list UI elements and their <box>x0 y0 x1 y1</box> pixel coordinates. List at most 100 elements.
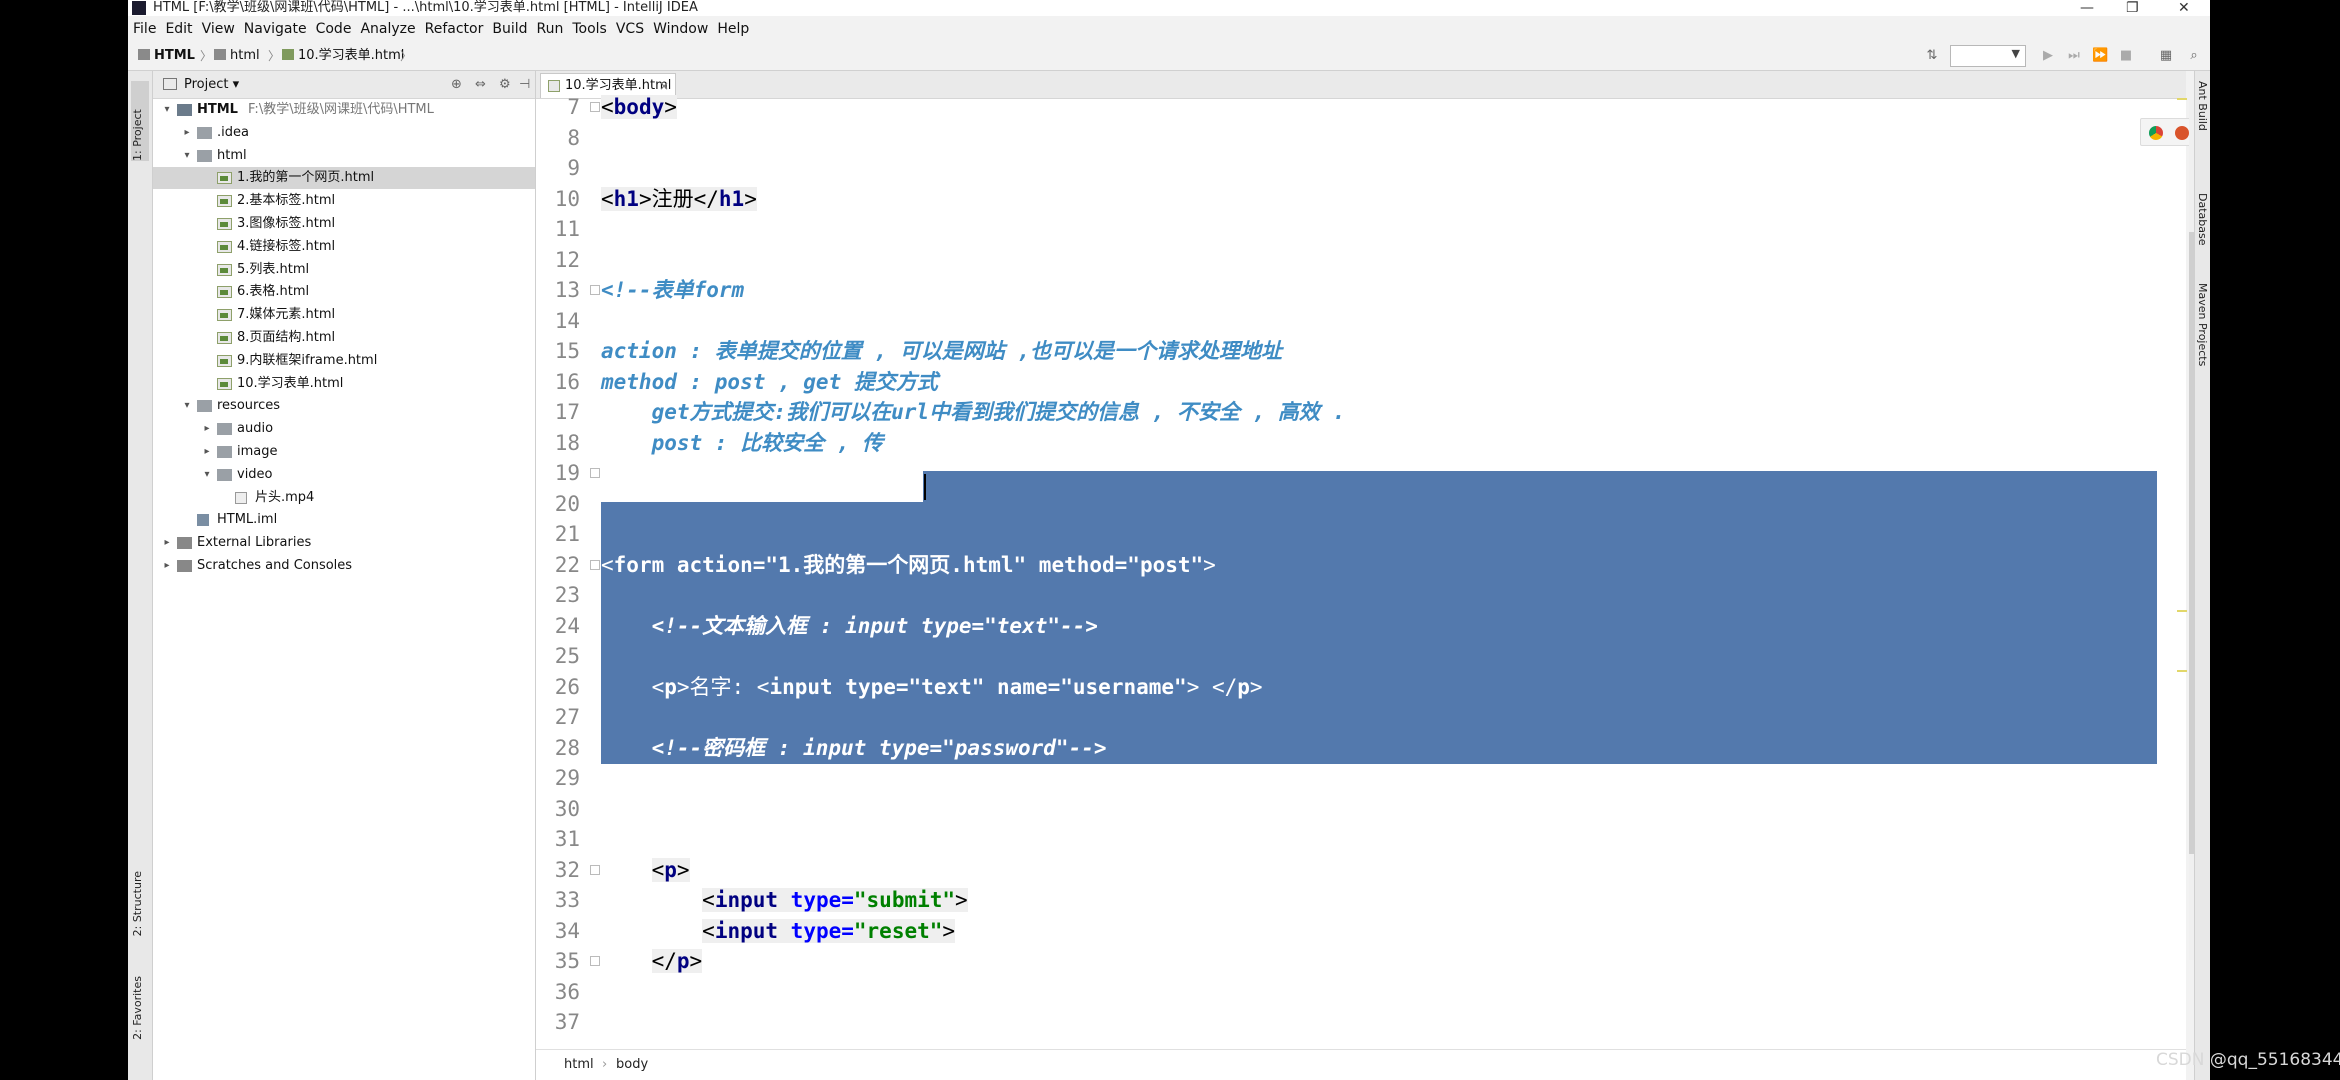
chevron-right-icon[interactable]: ▸ <box>161 555 173 577</box>
run-configuration-select[interactable]: ▼ <box>1950 45 2026 67</box>
breadcrumb-folder[interactable]: html <box>214 42 260 70</box>
chevron-right-icon[interactable]: ▸ <box>181 122 193 144</box>
chevron-right-icon[interactable]: ▸ <box>201 418 213 440</box>
tree-item[interactable]: HTML.iml <box>153 509 535 531</box>
error-stripe-mark[interactable] <box>2177 670 2187 672</box>
line-number: 28 <box>554 735 580 760</box>
code-token: type= <box>790 888 854 912</box>
search-everywhere-icon[interactable]: ⌕ <box>2186 49 2202 63</box>
folder-icon <box>197 149 212 162</box>
minimize-button[interactable]: — <box>2080 0 2094 16</box>
code-token: input type="password" name="pwd" <box>769 766 1175 790</box>
menu-code[interactable]: Code <box>316 16 352 42</box>
menu-help[interactable]: Help <box>717 16 749 42</box>
error-stripe-mark[interactable] <box>2177 98 2187 100</box>
code-token: > <box>676 857 690 882</box>
fold-marker-icon[interactable] <box>590 468 600 478</box>
chevron-down-icon[interactable]: ▾ <box>161 99 173 121</box>
menu-file[interactable]: File <box>133 16 156 42</box>
fold-marker-icon[interactable] <box>590 102 600 112</box>
menu-navigate[interactable]: Navigate <box>244 16 307 42</box>
chrome-icon[interactable] <box>2149 126 2163 140</box>
fold-marker-icon[interactable] <box>590 559 600 570</box>
menu-run[interactable]: Run <box>537 16 564 42</box>
tree-item[interactable]: ▸ .idea <box>153 122 535 144</box>
stop-icon[interactable]: ■ <box>2118 49 2134 63</box>
tree-item[interactable]: 3.图像标签.html <box>153 213 535 235</box>
tree-item[interactable]: 4.链接标签.html <box>153 236 535 258</box>
breadcrumb-project[interactable]: HTML <box>138 42 195 70</box>
build-project-icon[interactable]: ⇅ <box>1924 49 1940 63</box>
tree-item[interactable]: 2.基本标签.html <box>153 190 535 212</box>
tool-window-ant-build[interactable]: Ant Build <box>2196 81 2209 131</box>
fold-marker-icon[interactable] <box>590 864 600 875</box>
close-window-button[interactable]: ✕ <box>2178 0 2190 16</box>
tree-item[interactable]: 10.学习表单.html <box>153 373 535 395</box>
tool-window-project[interactable]: 1: Project <box>131 81 149 161</box>
coverage-icon[interactable]: ⏩ <box>2092 49 2108 63</box>
code-line: get方式提交:我们可以在url中看到我们提交的信息 , 不安全 , 高效 . <box>601 397 1346 427</box>
collapse-all-icon[interactable]: ⇔ <box>475 78 486 92</box>
html-file-icon <box>217 354 232 367</box>
tree-item[interactable]: ▾ html <box>153 145 535 167</box>
html-file-icon <box>217 332 232 344</box>
chevron-down-icon: ▼ <box>2011 47 2020 60</box>
tree-item[interactable]: ▸ image <box>153 441 535 463</box>
tree-item[interactable]: 7.媒体元素.html <box>153 304 535 326</box>
tree-item-label: html <box>217 147 247 163</box>
html-file-icon <box>548 80 560 92</box>
tool-window-structure[interactable]: 2: Structure <box>131 871 144 936</box>
tree-item-label: audio <box>237 421 274 437</box>
tree-item[interactable]: ▸ audio <box>153 418 535 440</box>
chevron-down-icon[interactable]: ▾ <box>181 395 193 417</box>
maximize-button[interactable]: ❐ <box>2126 0 2139 16</box>
tree-item[interactable]: 片头.mp4 <box>153 487 535 509</box>
editor-breadcrumb-body[interactable]: body <box>616 1050 648 1080</box>
editor-breadcrumb-html[interactable]: html <box>564 1050 594 1080</box>
menu-build[interactable]: Build <box>492 16 527 42</box>
code-editor[interactable]: <body> <h1>注册</h1> <!--表单form action : 表单提交… <box>601 95 2157 1049</box>
tree-item[interactable]: 5.列表.html <box>153 259 535 281</box>
tool-window-favorites[interactable]: 2: Favorites <box>131 976 144 1040</box>
menu-view[interactable]: View <box>202 16 235 42</box>
project-structure-icon[interactable]: ▦ <box>2158 49 2174 63</box>
menu-edit[interactable]: Edit <box>165 16 192 42</box>
tree-item[interactable]: ▾ HTML F:\教学\班级\网课班\代码\HTML <box>153 99 535 121</box>
line-number: 22 <box>554 552 580 577</box>
line-number: 8 <box>567 125 580 150</box>
fold-marker-icon[interactable] <box>590 285 600 295</box>
scope-icon[interactable]: ⊕ <box>451 78 462 92</box>
tree-item[interactable]: ▾ video <box>153 464 535 486</box>
chevron-right-icon[interactable]: ▸ <box>201 441 213 463</box>
menu-vcs[interactable]: VCS <box>616 16 644 42</box>
chevron-right-icon[interactable]: ▸ <box>161 532 173 554</box>
project-panel-title[interactable]: Project ▾ <box>184 71 239 98</box>
breadcrumb-file[interactable]: 10.学习表单.html <box>282 42 404 70</box>
tool-window-database[interactable]: Database <box>2196 193 2209 246</box>
chevron-down-icon[interactable]: ▾ <box>181 145 193 167</box>
code-token: < <box>601 674 665 699</box>
debug-icon[interactable]: ⏭ <box>2066 49 2082 63</box>
tool-window-maven[interactable]: Maven Projects <box>2196 283 2209 366</box>
error-stripe-mark[interactable] <box>2177 610 2187 612</box>
tree-item[interactable]: 1.我的第一个网页.html <box>153 167 535 190</box>
hide-panel-icon[interactable]: ⊣ <box>519 78 530 92</box>
tree-item[interactable]: 9.内联框架iframe.html <box>153 350 535 372</box>
code-token: 输大文件 . <box>883 430 993 455</box>
gear-icon[interactable]: ⚙ <box>499 78 511 92</box>
tree-item[interactable]: 6.表格.html <box>153 281 535 303</box>
menu-window[interactable]: Window <box>653 16 708 42</box>
chevron-down-icon[interactable]: ▾ <box>201 464 213 486</box>
tree-item[interactable]: ▸ Scratches and Consoles <box>153 555 535 577</box>
menu-refactor[interactable]: Refactor <box>425 16 484 42</box>
tree-item[interactable]: 8.页面结构.html <box>153 327 535 349</box>
line-number: 23 <box>554 583 580 607</box>
tree-item[interactable]: ▸ External Libraries <box>153 532 535 554</box>
menu-analyze[interactable]: Analyze <box>360 16 415 42</box>
run-icon[interactable]: ▶ <box>2040 49 2056 63</box>
tree-item[interactable]: ▾ resources <box>153 395 535 417</box>
firefox-icon[interactable] <box>2175 126 2189 140</box>
menu-tools[interactable]: Tools <box>572 16 607 42</box>
fold-marker-icon[interactable] <box>590 956 600 966</box>
